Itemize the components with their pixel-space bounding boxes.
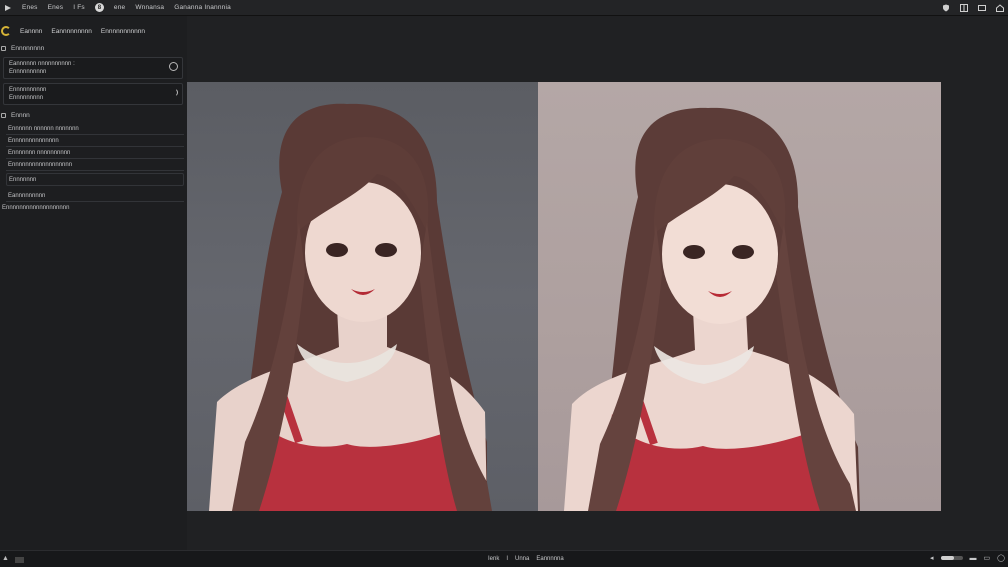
tab-3[interactable]: Ennnnnnnnnnn — [101, 28, 145, 35]
menu-item-5[interactable]: Wnnansa — [135, 4, 164, 11]
section-header-1[interactable]: Ennnnnnnn — [0, 42, 186, 54]
setting-row-5[interactable]: Eannnnnnnnn — [6, 190, 184, 202]
menu-item-4[interactable]: ene — [114, 4, 125, 11]
setting-row-4[interactable]: Ennnnnnnnnnnnnnnnnn — [6, 159, 184, 171]
section-header-2[interactable]: Ennnn — [0, 109, 186, 121]
window-icon[interactable] — [959, 3, 968, 12]
status-center: Ienk I Unna Eannnnna — [488, 556, 564, 562]
zoom-slider[interactable] — [940, 556, 963, 560]
properties-sidebar: Ennnnnnnn Eannnnnn nnnnnnnnnn : Ennnnnnn… — [0, 42, 186, 522]
status-left-icons: ▲ — [0, 555, 24, 563]
home-icon[interactable] — [995, 3, 1004, 12]
field-1-line-2: Ennnnnnnnnn — [9, 69, 47, 75]
canvas-area — [187, 16, 1008, 550]
before-portrait-image — [209, 103, 492, 511]
field-2-line-2: Ennnnnnnnn — [9, 95, 44, 101]
setting-row-1[interactable]: Ennnnnn nnnnnn nnnnnnn — [6, 123, 184, 135]
section-1-label: Ennnnnnnn — [11, 44, 45, 52]
shield-icon[interactable] — [941, 3, 950, 12]
dial-icon[interactable] — [169, 62, 178, 71]
spinner-tool-icon[interactable] — [1, 26, 11, 36]
zoom-slider-fill — [940, 556, 954, 560]
notification-badge[interactable]: 8 — [94, 3, 104, 12]
setting-row-3[interactable]: Ennnnnnn nnnnnnnnnn — [6, 147, 184, 159]
menu-bar: Enes Enes I Fs 8 ene Wnnansa Gananna Ina… — [0, 0, 1008, 16]
collapse-icon — [1, 112, 6, 118]
after-image-panel[interactable] — [538, 82, 941, 511]
tab-1[interactable]: Eannnn — [20, 28, 42, 35]
after-portrait-image — [564, 107, 860, 511]
settings-icon[interactable]: ◯ — [997, 554, 1005, 562]
menu-item-2[interactable]: Enes — [48, 4, 64, 11]
setting-row-2[interactable]: Ennnnnnnnnnnnnn — [6, 135, 184, 147]
layer-icon[interactable] — [14, 557, 24, 563]
status-right-controls: ◂ ▬ ▭ ◯ — [930, 554, 1005, 563]
settings-field-2[interactable]: Ennnnnnnnnn Ennnnnnnnn — [3, 83, 183, 105]
collapse-icon — [1, 45, 6, 51]
section-2-label: Ennnn — [11, 111, 30, 119]
brush-icon[interactable]: ▲ — [2, 555, 9, 563]
tab-2[interactable]: Eannnnnnnnn — [51, 28, 92, 35]
nav-left-icon[interactable]: ◂ — [930, 554, 934, 562]
app-logo-icon[interactable] — [4, 4, 12, 12]
sidebar-footer-text: Ennnnnnnnnnnnnnnnnnn — [2, 204, 70, 211]
setting-row-boxed[interactable]: Ennnnnnn — [6, 173, 184, 186]
window-controls — [941, 3, 1004, 12]
status-text-1[interactable]: Ienk — [488, 556, 499, 562]
menu-item-6[interactable]: Gananna Inannnia — [174, 4, 231, 11]
settings-field-1[interactable]: Eannnnnn nnnnnnnnnn : Ennnnnnnnnn — [3, 57, 183, 79]
status-text-4[interactable]: Eannnnna — [536, 556, 563, 562]
status-text-3[interactable]: Unna — [515, 556, 529, 562]
toolbar: Eannnn Eannnnnnnnn Ennnnnnnnnnn — [0, 22, 145, 40]
menu-item-3[interactable]: I Fs — [73, 4, 85, 11]
fullscreen-icon[interactable]: ▭ — [984, 554, 991, 562]
grid-icon[interactable]: ▬ — [970, 555, 977, 562]
before-image-panel[interactable] — [187, 82, 538, 511]
menu-item-1[interactable]: Enes — [22, 4, 38, 11]
status-text-2: I — [506, 556, 509, 562]
field-2-line-1: Ennnnnnnnnn — [9, 87, 47, 93]
status-bar: ▲ Ienk I Unna Eannnnna ◂ ▬ ▭ ◯ — [0, 550, 1008, 567]
dial-icon[interactable] — [169, 88, 178, 97]
restore-icon[interactable] — [977, 3, 986, 12]
field-1-line-1: Eannnnnn nnnnnnnnnn : — [9, 61, 75, 67]
